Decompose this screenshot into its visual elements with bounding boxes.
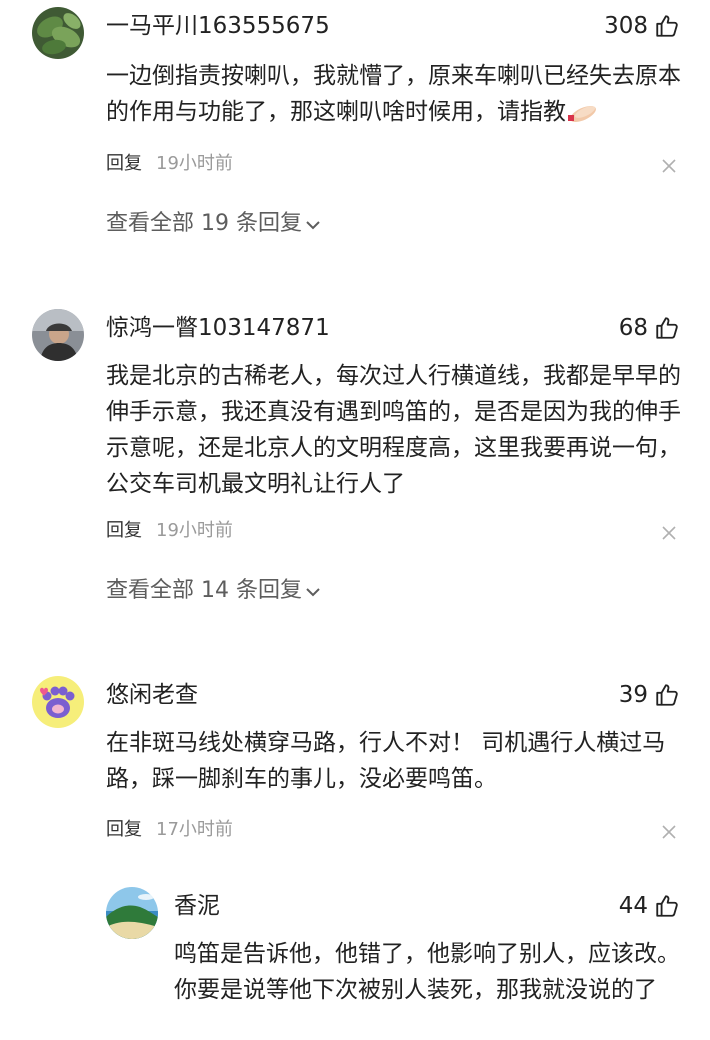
view-all-replies-button[interactable]: 查看全部 19 条回复	[106, 209, 322, 239]
comment-text: 在非斑马线处横穿马路，行人不对！ 司机遇行人横过马路，踩一脚刹车的事儿，没必要鸣…	[106, 730, 666, 792]
username[interactable]: 惊鸿一瞥103147871	[106, 313, 330, 343]
avatar[interactable]	[32, 7, 84, 59]
reply-text: 鸣笛是告诉他，他错了，他影响了别人，应该改。你要是说等他下次被别人装死，那我就没…	[174, 941, 680, 1003]
chevron-down-icon	[306, 588, 320, 597]
comment-text: 我是北京的古稀老人，每次过人行横道线，我都是早早的伸手示意，我还真没有遇到鸣笛的…	[106, 363, 681, 497]
praying-hands-emoji	[566, 98, 600, 123]
like-button[interactable]: 44	[619, 891, 680, 921]
username[interactable]: 悠闲老查	[106, 680, 198, 710]
like-count: 44	[618, 893, 648, 919]
timestamp: 19小时前	[156, 153, 233, 174]
like-button[interactable]: 39	[619, 680, 680, 710]
reply-button[interactable]: 回复	[106, 153, 142, 174]
view-all-replies-button[interactable]: 查看全部 14 条回复	[106, 576, 322, 606]
chevron-down-icon	[306, 221, 320, 230]
reply-button[interactable]: 回复	[106, 520, 142, 541]
like-count: 39	[618, 682, 648, 708]
avatar[interactable]	[32, 676, 84, 728]
timestamp: 17小时前	[156, 819, 233, 840]
thumbs-up-icon	[656, 895, 678, 917]
comment-meta: 回复 19小时前	[106, 519, 233, 543]
reply-button[interactable]: 回复	[106, 819, 142, 840]
like-count: 308	[604, 13, 648, 39]
thumbs-up-icon	[656, 684, 678, 706]
thumbs-up-icon	[656, 317, 678, 339]
timestamp: 19小时前	[156, 520, 233, 541]
avatar[interactable]	[32, 309, 84, 361]
like-button[interactable]: 68	[619, 313, 680, 343]
avatar[interactable]	[106, 887, 158, 939]
like-count: 68	[618, 315, 648, 341]
comment-meta: 回复 19小时前	[106, 152, 233, 176]
username[interactable]: 一马平川163555675	[106, 11, 330, 41]
username[interactable]: 香泥	[174, 891, 220, 921]
close-icon[interactable]	[660, 524, 678, 542]
like-button[interactable]: 308	[604, 11, 680, 41]
thumbs-up-icon	[656, 15, 678, 37]
close-icon[interactable]	[660, 157, 678, 175]
comment-text: 一边倒指责按喇叭，我就懵了，原来车喇叭已经失去原本的作用与功能了，那这喇叭啥时候…	[106, 63, 681, 125]
comment-meta: 回复 17小时前	[106, 818, 233, 842]
close-icon[interactable]	[660, 823, 678, 841]
